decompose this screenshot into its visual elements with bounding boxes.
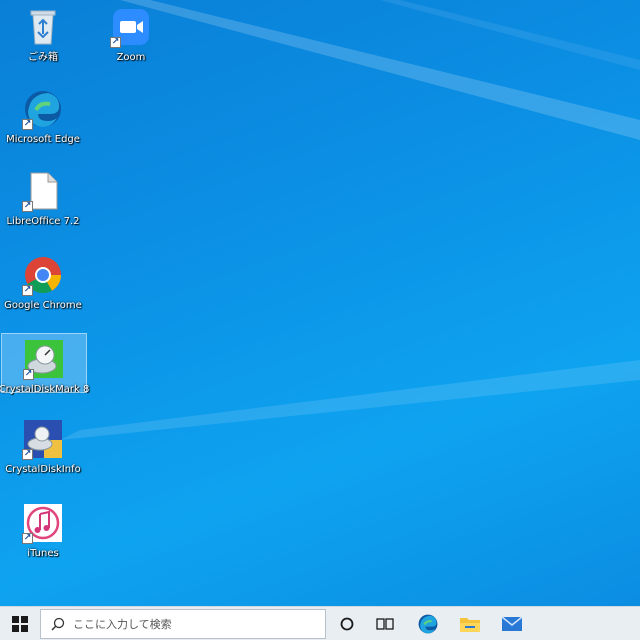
mail-icon [501, 616, 523, 631]
shortcut-arrow-icon: ↗ [22, 285, 33, 296]
desktop-icon-itunes[interactable]: ↗ iTunes [2, 498, 84, 576]
taskbar-edge-button[interactable] [412, 607, 444, 641]
desktop-icon-recycle-bin[interactable]: ごみ箱 [2, 2, 84, 80]
wallpaper-light [60, 0, 640, 440]
desktop-icon-label: Google Chrome [4, 300, 82, 311]
taskbar-mail-button[interactable] [496, 607, 528, 641]
libreoffice-icon: ↗ [22, 170, 64, 212]
search-placeholder: ここに入力して検索 [73, 618, 172, 631]
taskbar-file-explorer-button[interactable] [454, 607, 486, 641]
start-icon [12, 616, 28, 632]
desktop-icon-label: Microsoft Edge [6, 134, 80, 145]
task-view-button[interactable] [370, 607, 400, 641]
crystaldiskinfo-icon: ↗ [22, 418, 64, 460]
desktop-icon-label: iTunes [27, 548, 59, 559]
shortcut-arrow-icon: ↗ [23, 369, 34, 380]
edge-icon [418, 614, 438, 634]
cortana-button[interactable] [332, 607, 362, 641]
taskbar: ここに入力して検索 [0, 606, 640, 640]
desktop-icon-chrome[interactable]: ↗ Google Chrome [2, 250, 84, 328]
desktop-icon-libreoffice[interactable]: ↗ LibreOffice 7.2 [2, 166, 84, 244]
cortana-icon [340, 617, 354, 631]
chrome-icon: ↗ [22, 254, 64, 296]
desktop-icon-label: CrystalDiskInfo [5, 464, 81, 475]
shortcut-arrow-icon: ↗ [22, 533, 33, 544]
desktop-icon-zoom[interactable]: ↗ Zoom [90, 2, 172, 80]
edge-icon: ↗ [22, 88, 64, 130]
shortcut-arrow-icon: ↗ [22, 449, 33, 460]
task-view-icon [376, 618, 394, 630]
crystaldiskmark-icon: ↗ [23, 338, 65, 380]
start-button[interactable] [0, 607, 40, 641]
search-icon [51, 617, 65, 631]
desktop-icon-crystaldiskmark[interactable]: ↗ CrystalDiskMark 8 [0, 333, 89, 395]
desktop[interactable]: ごみ箱 ↗ Zoom ↗ Microsoft Edge ↗ LibreOffic… [0, 0, 640, 606]
shortcut-arrow-icon: ↗ [22, 119, 33, 130]
file-explorer-icon [460, 618, 480, 632]
desktop-icon-label: CrystalDiskMark 8 [0, 384, 90, 395]
taskbar-search-box[interactable]: ここに入力して検索 [40, 609, 326, 639]
shortcut-arrow-icon: ↗ [110, 37, 121, 48]
desktop-icon-label: ごみ箱 [28, 52, 58, 63]
desktop-icon-label: LibreOffice 7.2 [6, 216, 80, 227]
desktop-icon-edge[interactable]: ↗ Microsoft Edge [2, 84, 84, 162]
recycle-bin-icon [22, 6, 64, 48]
zoom-icon: ↗ [110, 6, 152, 48]
shortcut-arrow-icon: ↗ [22, 201, 33, 212]
desktop-icon-label: Zoom [116, 52, 146, 63]
itunes-icon: ↗ [22, 502, 64, 544]
desktop-icon-crystaldiskinfo[interactable]: ↗ CrystalDiskInfo [2, 414, 84, 492]
